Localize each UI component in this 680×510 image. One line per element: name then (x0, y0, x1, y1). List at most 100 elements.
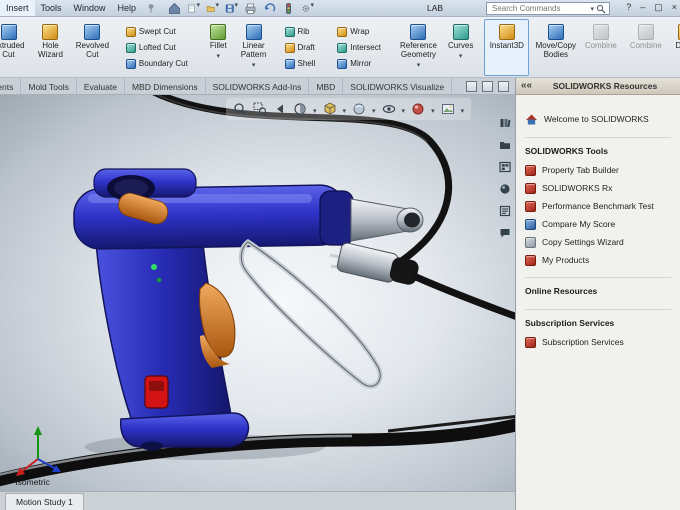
appearances-scenes-icon[interactable] (499, 183, 511, 195)
tab-mbd-dimensions[interactable]: MBD Dimensions (125, 78, 206, 94)
display-style-dropdown-icon[interactable] (372, 100, 376, 118)
tab-solidworks-add-ins[interactable]: SOLIDWORKS Add-Ins (206, 78, 310, 94)
combine-icon (592, 24, 609, 40)
wrap-button[interactable]: Wrap (331, 24, 387, 39)
task-pane-tab-strip (497, 117, 512, 239)
lofted-cut-button[interactable]: Lofted Cut (120, 40, 194, 55)
performance-benchmark-link[interactable]: Performance Benchmark Test (525, 197, 671, 215)
pane-toggle-icon[interactable] (498, 80, 509, 92)
boundary-cut-button[interactable]: Boundary Cut (120, 56, 194, 71)
tab-mold-tools[interactable]: Mold Tools (21, 78, 77, 94)
search-icon[interactable] (596, 4, 606, 14)
view-orientation-icon[interactable] (323, 102, 337, 116)
view-palette-icon[interactable] (498, 161, 511, 173)
previous-view-icon[interactable] (273, 102, 287, 116)
swept-cut-button[interactable]: Swept Cut (120, 24, 194, 39)
rib-icon (284, 26, 295, 37)
hide-show-items-icon[interactable] (382, 102, 396, 116)
draft-button[interactable]: Draft (279, 40, 322, 55)
pin-menu-icon[interactable] (146, 3, 156, 13)
section-online-resources: Online Resources (525, 286, 598, 296)
welcome-link[interactable]: Welcome to SOLIDWORKS (525, 109, 671, 129)
tab-weldments[interactable]: Weldments (0, 78, 22, 94)
save-icon[interactable] (225, 2, 238, 15)
zoom-fit-icon[interactable] (233, 102, 247, 116)
feature-stack-1: Rib Draft Shell (274, 19, 327, 76)
zoom-area-icon[interactable] (253, 102, 267, 116)
tab-evaluate[interactable]: Evaluate (77, 78, 125, 94)
forum-icon[interactable] (499, 227, 511, 239)
graphics-viewport[interactable]: *Isometric (0, 95, 515, 491)
combine-button-2[interactable]: Combine (623, 19, 668, 76)
section-view-dropdown-icon[interactable] (313, 100, 317, 118)
tab-solidworks-visualize[interactable]: SOLIDWORKS Visualize (343, 78, 453, 94)
new-document-icon[interactable] (187, 2, 200, 15)
instant3d-icon (498, 24, 515, 40)
print-icon[interactable] (244, 2, 257, 15)
help-button[interactable]: ? (626, 2, 631, 13)
copy-settings-wizard-link[interactable]: Copy Settings Wizard (525, 233, 671, 251)
combine-button[interactable]: Combine (578, 19, 623, 76)
undo-icon[interactable] (263, 2, 276, 15)
solidworks-rx-link[interactable]: SOLIDWORKS Rx (525, 179, 671, 197)
mirror-button[interactable]: Mirror (331, 56, 387, 71)
command-tab-strip: Weldments Mold Tools Evaluate MBD Dimens… (0, 78, 515, 95)
revolved-cut-button[interactable]: Revolved Cut (70, 19, 115, 76)
menu-tools[interactable]: Tools (35, 0, 68, 16)
rib-button[interactable]: Rib (279, 24, 322, 39)
compare-my-score-icon (525, 218, 536, 230)
shell-button[interactable]: Shell (279, 56, 322, 71)
menu-window[interactable]: Window (68, 0, 112, 16)
file-explorer-icon[interactable] (499, 139, 511, 151)
home-icon[interactable] (168, 2, 181, 15)
curves-button[interactable]: Curves (441, 19, 480, 76)
tab-motion-study-1[interactable]: Motion Study 1 (5, 493, 84, 510)
menu-insert[interactable]: Insert (0, 0, 35, 16)
my-products-link[interactable]: My Products (525, 251, 671, 269)
maximize-button[interactable]: ▢ (654, 2, 663, 13)
apply-scene-icon[interactable] (441, 102, 455, 116)
search-dropdown-icon[interactable]: ▾ (590, 5, 594, 13)
task-pane-body: Welcome to SOLIDWORKS SOLIDWORKS Tools P… (516, 95, 680, 510)
scene-dropdown-icon[interactable] (461, 100, 465, 118)
tab-mbd[interactable]: MBD (309, 78, 344, 94)
intersect-button[interactable]: Intersect (331, 40, 387, 55)
close-button[interactable]: × (672, 2, 677, 13)
search-input[interactable] (490, 3, 589, 14)
glue-gun-model[interactable] (0, 95, 515, 491)
instant3d-button[interactable]: Instant3D (484, 19, 530, 76)
property-tab-builder-link[interactable]: Property Tab Builder (525, 161, 671, 179)
menu-help[interactable]: Help (112, 0, 143, 16)
options-gear-icon[interactable] (301, 2, 314, 15)
lofted-cut-icon (125, 42, 136, 53)
reference-geometry-button[interactable]: Reference Geometry (396, 19, 441, 76)
linear-pattern-button[interactable]: Linear Pattern (234, 19, 274, 76)
view-orientation-dropdown-icon[interactable] (343, 100, 347, 118)
custom-properties-icon[interactable] (499, 205, 511, 217)
subscription-services-link[interactable]: Subscription Services (525, 333, 671, 351)
hole-wizard-button[interactable]: Hole Wizard (31, 19, 70, 76)
dome-button[interactable]: Dome (668, 19, 680, 76)
solidworks-rx-icon (525, 182, 536, 194)
collapse-pane-icon[interactable]: «« (521, 81, 532, 91)
compare-my-score-link[interactable]: Compare My Score (525, 215, 671, 233)
section-view-icon[interactable] (293, 102, 307, 116)
tabstrip-tools (460, 78, 515, 94)
quick-access-toolbar (168, 2, 314, 15)
minimize-button[interactable]: – (640, 2, 645, 13)
design-library-icon[interactable] (499, 117, 511, 129)
view-settings-icon[interactable] (466, 80, 477, 92)
split-view-icon[interactable] (482, 80, 493, 92)
home-icon (525, 113, 538, 126)
open-folder-icon[interactable] (206, 2, 219, 15)
appearance-dropdown-icon[interactable] (431, 100, 435, 118)
display-style-icon[interactable] (352, 102, 366, 116)
hide-show-dropdown-icon[interactable] (402, 100, 406, 118)
move-copy-bodies-button[interactable]: Move/Copy Bodies (533, 19, 578, 76)
extruded-cut-button[interactable]: Extruded Cut (0, 19, 31, 76)
power-switch (144, 375, 169, 409)
fillet-button[interactable]: Fillet (203, 19, 234, 76)
edit-appearance-icon[interactable] (411, 102, 425, 116)
task-pane: «« SOLIDWORKS Resources Welcome to SOLID… (515, 78, 680, 510)
rebuild-icon[interactable] (282, 2, 295, 15)
